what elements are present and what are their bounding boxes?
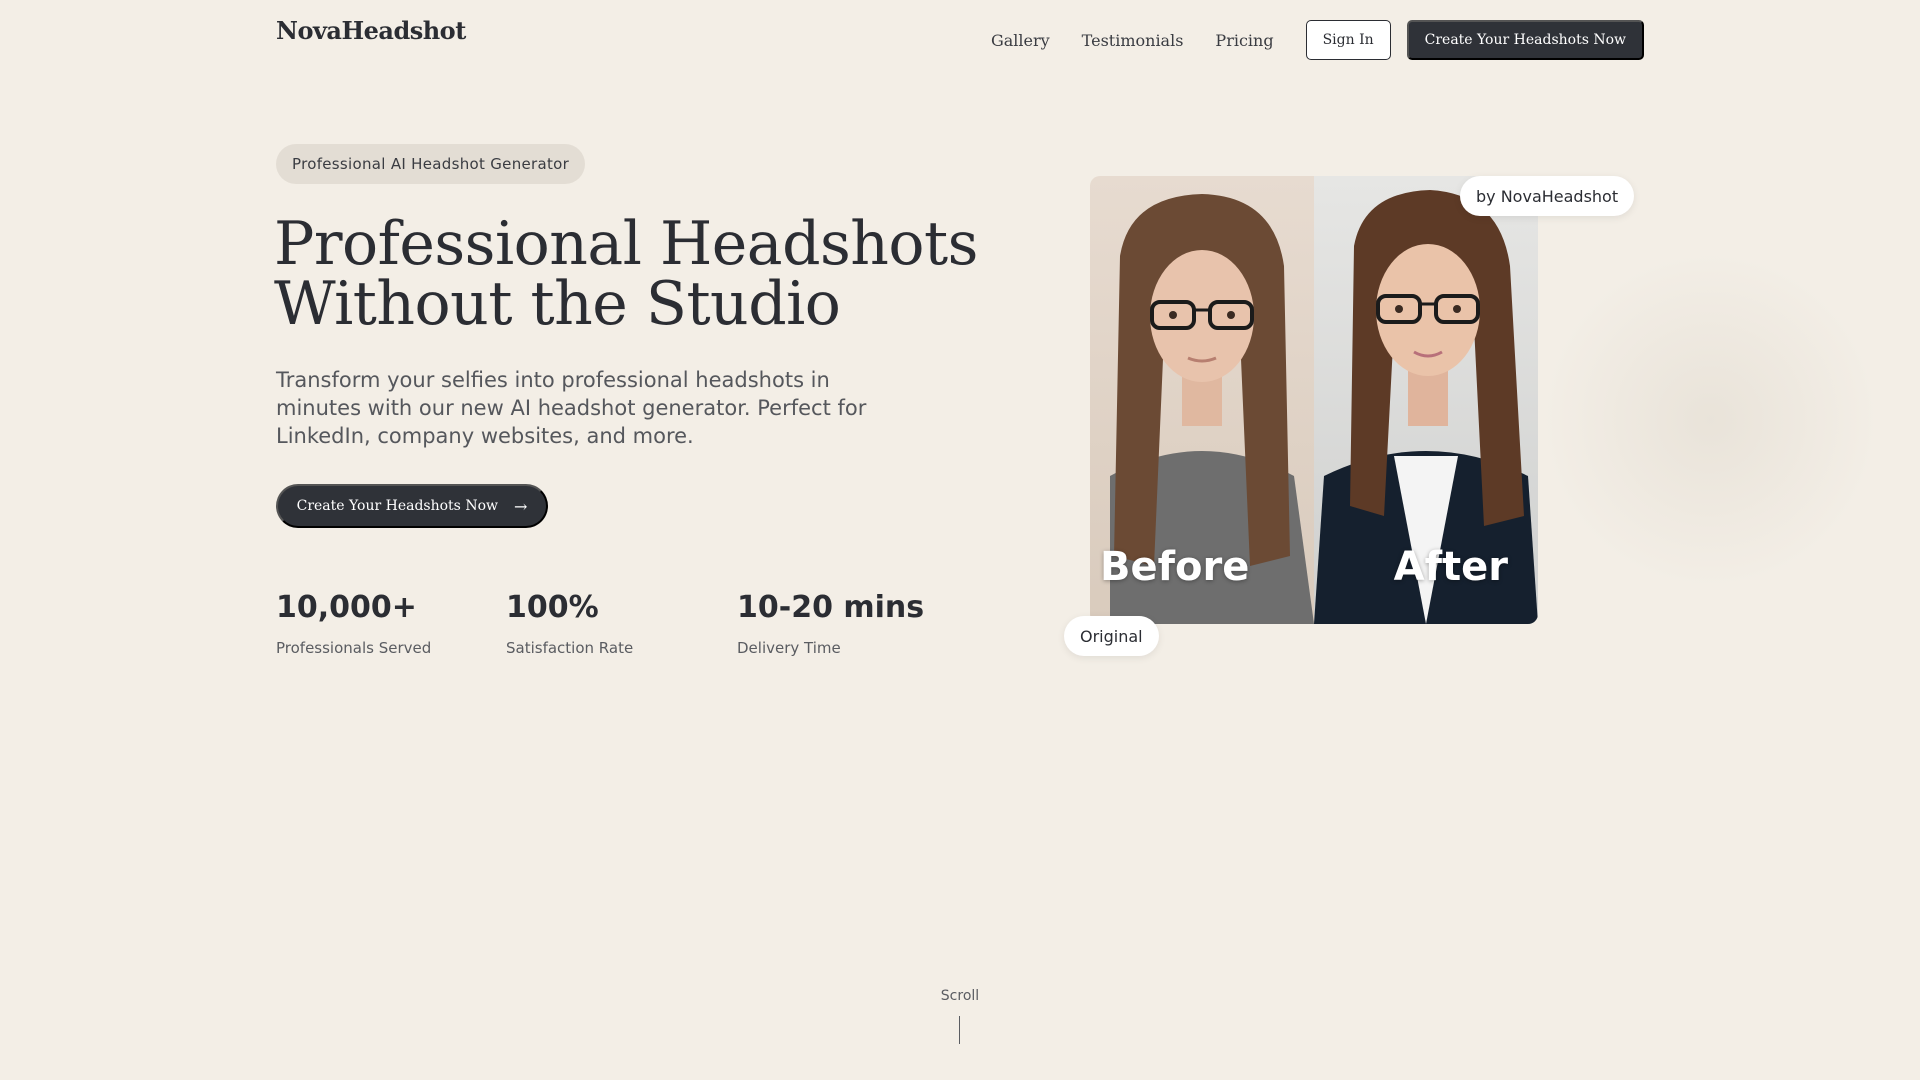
hero-headline: Professional Headshots Without the Studi… <box>274 214 994 334</box>
original-badge: Original <box>1064 616 1159 656</box>
scroll-indicator-line <box>959 1016 960 1044</box>
stat-value: 10-20 mins <box>737 590 925 625</box>
stat-label: Satisfaction Rate <box>506 639 634 657</box>
background-glow <box>1540 250 1880 590</box>
headline-line-2: Without the Studio <box>274 269 841 339</box>
hero-tag-pill: Professional AI Headshot Generator <box>276 144 586 184</box>
stat-satisfaction: 100% Satisfaction Rate <box>506 590 726 657</box>
before-after-card: Before After <box>1090 176 1538 624</box>
brand-logo[interactable]: NovaHeadshot <box>276 16 466 45</box>
header-create-headshots-button[interactable]: Create Your Headshots Now <box>1406 20 1644 60</box>
nav-link-pricing[interactable]: Pricing <box>1215 31 1273 50</box>
stat-value: 10,000+ <box>276 590 417 625</box>
top-nav: Gallery Testimonials Pricing Sign In Cre… <box>991 20 1644 60</box>
before-photo: Before <box>1090 176 1314 624</box>
nav-link-gallery[interactable]: Gallery <box>991 31 1050 50</box>
sign-in-button[interactable]: Sign In <box>1305 20 1391 60</box>
stat-value: 100% <box>506 590 599 625</box>
stat-label: Delivery Time <box>737 639 841 657</box>
stat-delivery: 10-20 mins Delivery Time <box>737 590 957 657</box>
stat-label: Professionals Served <box>276 639 432 657</box>
arrow-right-icon: → <box>513 496 528 516</box>
nav-link-testimonials[interactable]: Testimonials <box>1082 31 1184 50</box>
hero-subtext: Transform your selfies into professional… <box>276 368 867 448</box>
scroll-indicator-label[interactable]: Scroll <box>0 988 1920 1004</box>
hero-cta-label: Create Your Headshots Now <box>296 498 498 514</box>
after-photo: After <box>1314 176 1538 624</box>
hero-create-headshots-button[interactable]: Create Your Headshots Now → <box>276 484 548 528</box>
stat-professionals: 10,000+ Professionals Served <box>276 590 496 657</box>
before-label: Before <box>1100 544 1250 590</box>
by-novaheadshot-badge: by NovaHeadshot <box>1460 176 1635 216</box>
after-label: After <box>1393 544 1508 590</box>
